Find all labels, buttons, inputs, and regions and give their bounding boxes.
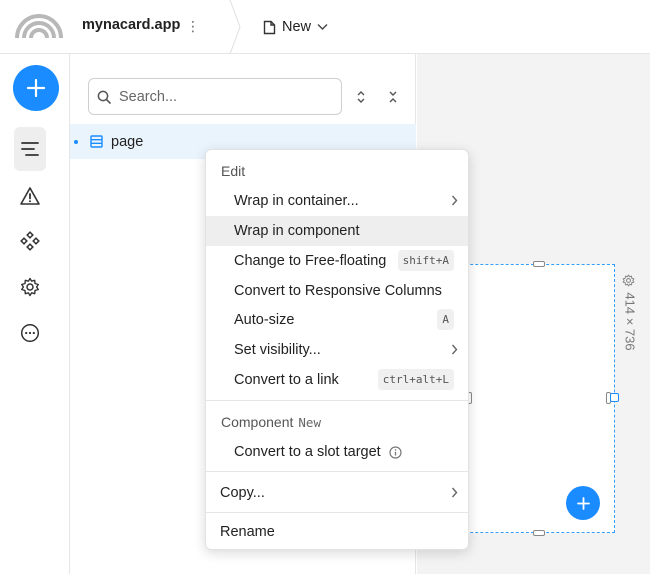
menu-item-label: Wrap in component bbox=[234, 223, 360, 239]
rainbow-logo-icon[interactable] bbox=[14, 10, 64, 40]
settings-button[interactable] bbox=[14, 271, 46, 303]
tree-item-label: page bbox=[111, 134, 144, 150]
menu-item-label: Convert to Responsive Columns bbox=[234, 283, 442, 299]
menu-item-label: Rename bbox=[220, 524, 275, 540]
info-icon[interactable] bbox=[389, 445, 402, 459]
left-toolbar bbox=[0, 54, 70, 574]
chevrons-collapse-icon bbox=[389, 91, 397, 103]
menu-divider bbox=[206, 400, 468, 401]
more-options-button[interactable] bbox=[14, 317, 46, 349]
menu-item-wrap-in-component[interactable]: Wrap in component bbox=[206, 216, 468, 246]
warnings-button[interactable] bbox=[14, 180, 46, 212]
menu-section-component-header: Component New bbox=[221, 414, 321, 430]
context-menu: Edit Wrap in container... Wrap in compon… bbox=[205, 149, 469, 550]
breadcrumb-separator bbox=[229, 0, 241, 54]
more-horizontal-circle-icon bbox=[20, 323, 40, 343]
components-button[interactable] bbox=[14, 225, 46, 257]
menu-item-copy[interactable]: Copy... bbox=[206, 478, 468, 508]
chevron-up-down-icon bbox=[357, 91, 365, 103]
menu-section-edit-header: Edit bbox=[221, 163, 246, 179]
menu-item-label: Convert to a slot target bbox=[234, 444, 381, 460]
document-icon bbox=[263, 20, 276, 34]
search-input[interactable] bbox=[119, 88, 319, 105]
frame-add-button[interactable] bbox=[566, 486, 600, 520]
new-badge: New bbox=[298, 415, 321, 430]
chevron-right-icon bbox=[451, 487, 458, 498]
menu-item-set-visibility[interactable]: Set visibility... bbox=[206, 335, 468, 365]
shortcut-badge: ctrl+alt+L bbox=[377, 369, 454, 390]
menu-item-auto-size[interactable]: Auto-size A bbox=[206, 305, 468, 335]
menu-item-label: Set visibility... bbox=[234, 342, 321, 358]
chevron-right-icon bbox=[451, 195, 458, 206]
top-bar: mynacard.app ⋮ New bbox=[0, 0, 650, 54]
shortcut-badge: A bbox=[437, 309, 454, 330]
frame-anchor-point[interactable] bbox=[610, 393, 619, 402]
chevron-right-icon bbox=[451, 344, 458, 355]
menu-item-convert-to-link[interactable]: Convert to a link ctrl+alt+L bbox=[206, 365, 468, 395]
search-box bbox=[88, 78, 342, 115]
app-menu-kebab-icon[interactable]: ⋮ bbox=[186, 16, 200, 38]
menu-item-label: Auto-size bbox=[234, 312, 295, 328]
collapse-all-button[interactable] bbox=[385, 88, 401, 106]
menu-item-change-to-free-floating[interactable]: Change to Free-floating shift+A bbox=[206, 246, 468, 276]
menu-item-wrap-in-container[interactable]: Wrap in container... bbox=[206, 186, 468, 216]
chevron-down-icon bbox=[317, 24, 328, 30]
menu-item-convert-to-responsive-columns[interactable]: Convert to Responsive Columns bbox=[206, 276, 468, 306]
layers-list-icon bbox=[21, 142, 39, 156]
app-name[interactable]: mynacard.app bbox=[82, 17, 180, 33]
page-menu-label: New bbox=[282, 19, 312, 35]
page-layout-icon bbox=[90, 135, 103, 148]
menu-divider bbox=[206, 512, 468, 513]
frame-size-indicator[interactable]: 414 × 736 bbox=[620, 274, 640, 364]
frame-top-resize-handle[interactable] bbox=[533, 261, 545, 267]
menu-divider bbox=[206, 471, 468, 472]
selection-dot bbox=[74, 140, 78, 144]
warning-icon bbox=[20, 187, 40, 205]
expand-all-button[interactable] bbox=[353, 88, 369, 106]
plus-icon bbox=[576, 496, 590, 510]
components-icon bbox=[20, 231, 40, 251]
plus-icon bbox=[27, 79, 45, 97]
component-header-label: Component bbox=[221, 414, 294, 430]
search-icon bbox=[97, 90, 111, 104]
add-button[interactable] bbox=[13, 65, 59, 111]
menu-item-label: Copy... bbox=[220, 485, 265, 501]
layers-tab-button[interactable] bbox=[14, 127, 46, 171]
page-menu-button[interactable]: New bbox=[263, 17, 328, 37]
frame-bottom-resize-handle[interactable] bbox=[533, 530, 545, 536]
frame-size-label: 414 × 736 bbox=[622, 292, 638, 351]
gear-icon bbox=[21, 277, 39, 297]
shortcut-badge: shift+A bbox=[397, 250, 454, 271]
menu-item-label: Wrap in container... bbox=[234, 193, 359, 209]
menu-item-label: Change to Free-floating bbox=[234, 253, 387, 269]
menu-item-convert-to-slot-target[interactable]: Convert to a slot target bbox=[206, 437, 468, 467]
menu-item-label: Convert to a link bbox=[234, 372, 339, 388]
menu-item-rename[interactable]: Rename bbox=[206, 517, 468, 547]
